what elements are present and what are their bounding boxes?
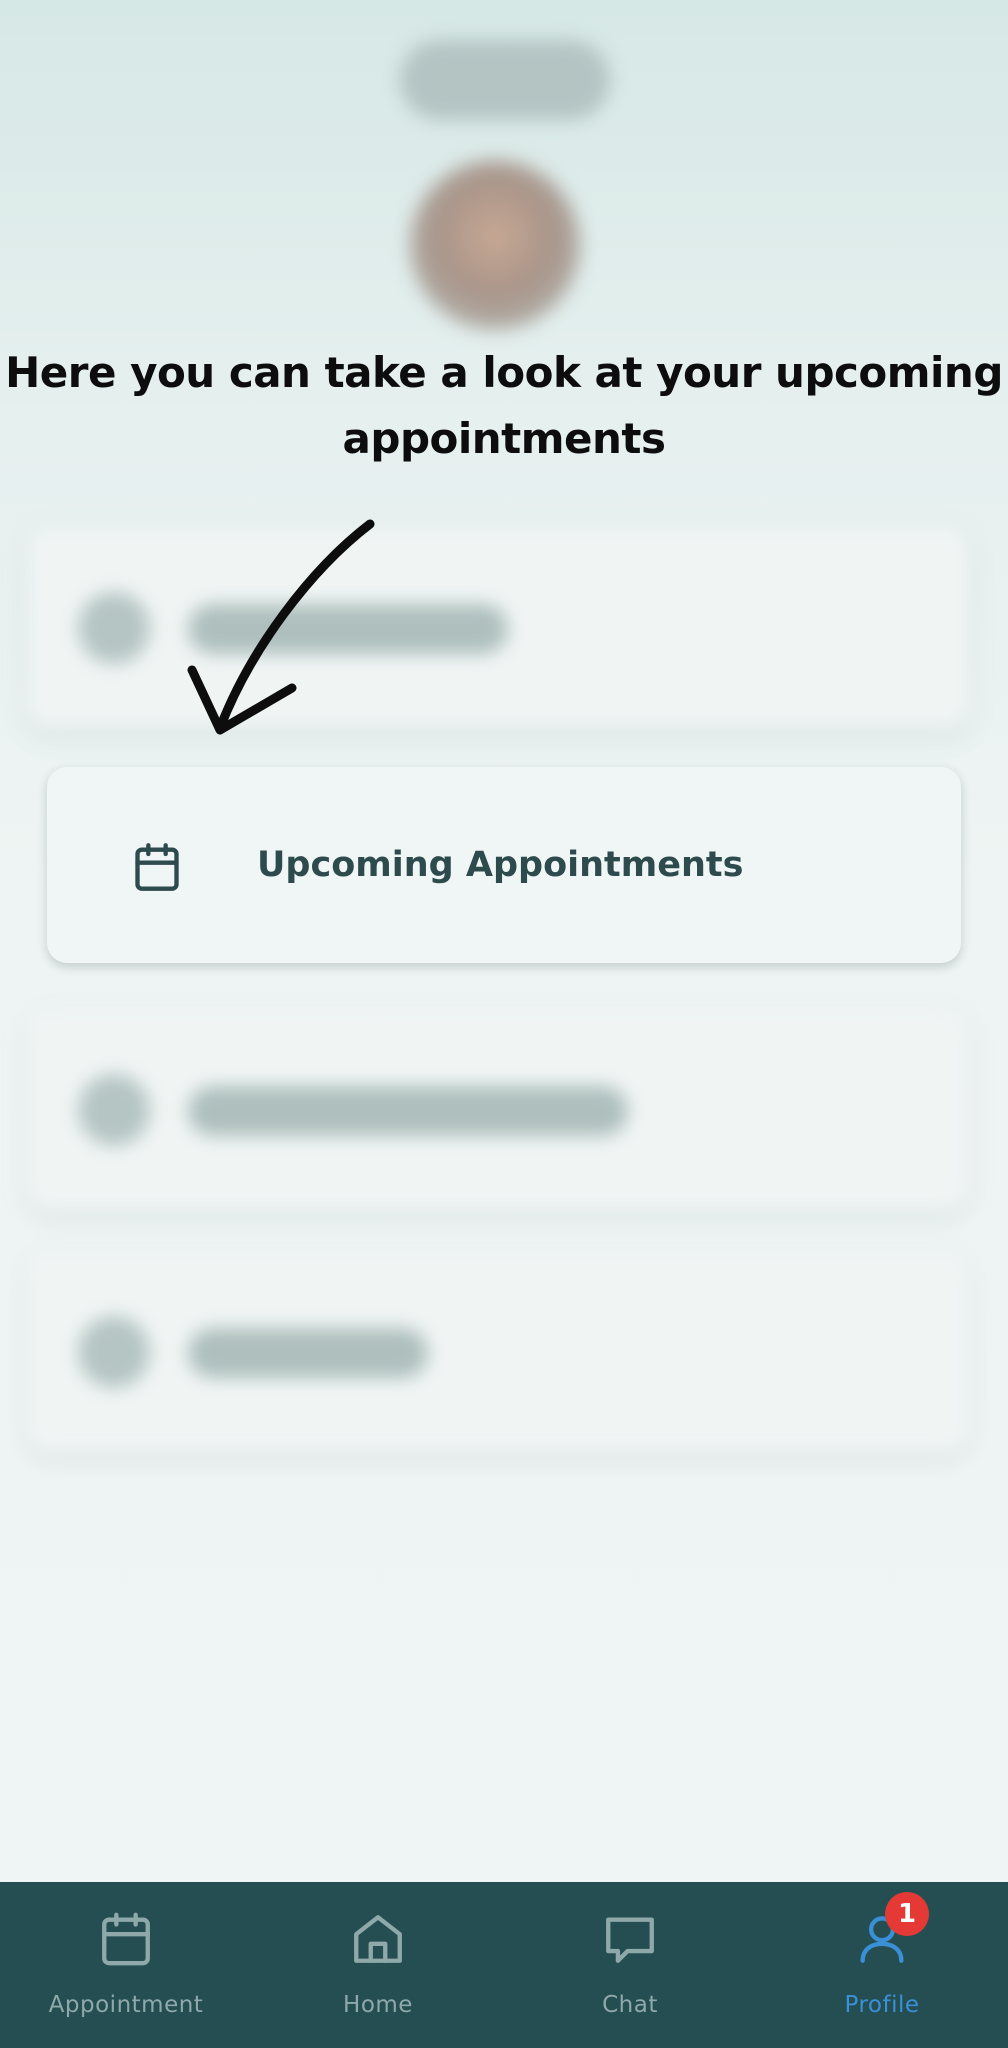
blurred-menu-label <box>188 1328 428 1378</box>
nav-item-chat[interactable]: Chat <box>504 1882 756 2048</box>
nav-item-profile[interactable]: 1 Profile <box>756 1882 1008 2048</box>
nav-label-chat: Chat <box>602 1992 658 2018</box>
upcoming-appointments-label: Upcoming Appointments <box>257 845 744 885</box>
upcoming-appointments-item[interactable]: Upcoming Appointments <box>47 767 961 963</box>
calendar-icon <box>135 843 179 891</box>
blurred-header-title <box>400 40 610 120</box>
blurred-profile-background <box>0 0 1008 2048</box>
nav-label-home: Home <box>343 1992 413 2018</box>
nav-item-home[interactable]: Home <box>252 1882 504 2048</box>
pointer-arrow-icon <box>187 519 375 735</box>
user-icon: 1 <box>853 1892 929 1968</box>
blurred-menu-icon <box>78 1316 150 1388</box>
blurred-menu-label <box>188 1086 628 1136</box>
calendar-icon <box>97 1910 155 1968</box>
nav-label-appointment: Appointment <box>48 1992 204 2018</box>
blurred-menu-icon <box>78 592 150 664</box>
blurred-menu-card <box>28 1010 968 1210</box>
home-icon <box>349 1910 407 1968</box>
tutorial-instruction-text: Here you can take a look at your upcomin… <box>5 348 1003 463</box>
blurred-menu-card <box>28 528 968 728</box>
notification-badge: 1 <box>885 1892 929 1936</box>
nav-label-profile: Profile <box>844 1992 920 2018</box>
chat-icon <box>601 1910 659 1968</box>
avatar <box>410 160 580 330</box>
blurred-menu-icon <box>78 1074 150 1146</box>
blurred-menu-card <box>28 1252 968 1452</box>
nav-item-appointment[interactable]: Appointment <box>0 1882 252 2048</box>
bottom-navigation-bar: Appointment Home Chat 1 Profile <box>0 1882 1008 2048</box>
